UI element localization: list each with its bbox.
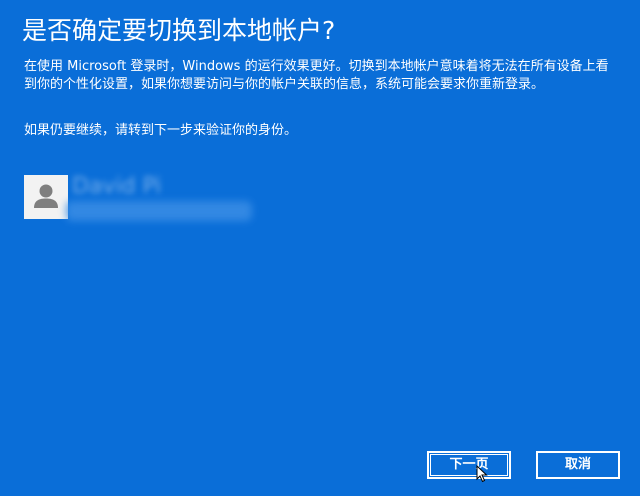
- mouse-pointer-icon: [476, 465, 488, 483]
- dialog-description: 在使用 Microsoft 登录时，Windows 的运行效果更好。切换到本地帐…: [24, 58, 614, 94]
- next-button[interactable]: 下一页: [427, 451, 511, 479]
- cancel-button-label: 取消: [564, 457, 591, 472]
- dialog-title: 是否确定要切换到本地帐户?: [22, 16, 336, 45]
- account-email-blurred: [66, 201, 252, 221]
- avatar: [24, 175, 68, 219]
- account-card: David Pi: [24, 174, 264, 223]
- cancel-button[interactable]: 取消: [536, 451, 620, 479]
- continue-instruction: 如果仍要继续，请转到下一步来验证你的身份。: [24, 123, 298, 138]
- description-text: 在使用 Microsoft 登录时，Windows 的运行效果更好。切换到本地帐…: [24, 59, 609, 92]
- person-icon: [34, 184, 58, 208]
- account-name: David Pi: [72, 174, 162, 199]
